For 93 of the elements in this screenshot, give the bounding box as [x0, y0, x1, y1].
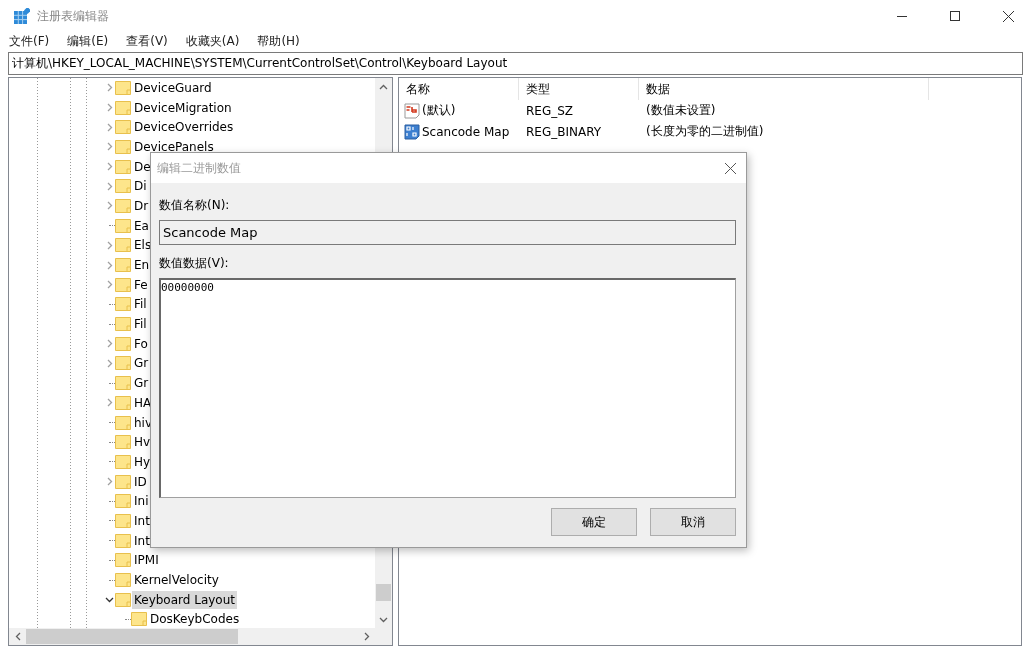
column-header[interactable]: 名称 [399, 78, 519, 100]
folder-icon [115, 474, 131, 489]
folder-icon [115, 198, 131, 213]
tree-item[interactable]: DeviceGuard [132, 78, 214, 97]
folder-icon [115, 415, 131, 430]
ok-button[interactable]: 确定 [551, 508, 637, 536]
field-label: 数值数据(V): [159, 255, 230, 272]
folder-icon [115, 533, 131, 548]
scroll-down-icon[interactable] [379, 616, 388, 623]
tree-item[interactable]: Keyboard Layout [132, 590, 237, 609]
folder-icon [115, 139, 131, 154]
value-name: Scancode Map [422, 124, 510, 139]
close-icon [1002, 10, 1014, 22]
tree-item[interactable]: De [132, 157, 153, 176]
folder-icon [115, 376, 131, 391]
menu-item[interactable]: 查看(V) [124, 33, 170, 50]
folder-icon [115, 356, 131, 371]
tree-item[interactable]: Gr [132, 354, 151, 373]
folder-icon [115, 238, 131, 253]
folder-icon [115, 573, 131, 588]
field-label: 数值名称(N): [159, 197, 231, 214]
tree-item[interactable]: Fil [132, 315, 149, 334]
folder-icon [115, 277, 131, 292]
folder-icon [115, 258, 131, 273]
tree-item[interactable]: DosKeybCodes [148, 610, 242, 628]
value-name-cell[interactable]: Scancode Map [399, 123, 519, 140]
tree-item[interactable]: Hy [132, 452, 153, 471]
tree-item[interactable]: Hv [132, 433, 153, 452]
folder-icon [115, 592, 131, 607]
tree-item[interactable]: KernelVelocity [132, 571, 221, 590]
folder-icon [115, 553, 131, 568]
registry-icon [14, 8, 30, 24]
scroll-right-icon[interactable] [363, 632, 370, 641]
folder-icon [115, 297, 131, 312]
value-type: REG_SZ [525, 103, 575, 118]
binary-value-icon [404, 123, 420, 140]
value-name-field[interactable]: Scancode Map [159, 220, 736, 245]
tree-item[interactable]: Ea [132, 216, 151, 235]
menu-item[interactable]: 编辑(E) [65, 33, 111, 50]
folder-icon [115, 100, 131, 115]
menu-item[interactable]: 文件(F) [7, 33, 52, 50]
cancel-button[interactable]: 取消 [650, 508, 736, 536]
tree-item[interactable]: DeviceOverrides [132, 118, 236, 137]
tree-item[interactable]: Di [132, 177, 149, 196]
folder-icon [115, 454, 131, 469]
folder-icon [115, 218, 131, 233]
tree-item[interactable]: Dr [132, 196, 151, 215]
hex-data[interactable]: 00000000 [161, 281, 214, 294]
tree-item[interactable]: Int [132, 531, 152, 550]
tree-item[interactable]: DeviceMigration [132, 98, 234, 117]
scroll-up-icon[interactable] [379, 83, 388, 90]
tree-item[interactable]: IPMI [132, 551, 161, 570]
folder-icon [115, 179, 131, 194]
folder-icon [115, 494, 131, 509]
tree-item[interactable]: Gr [132, 374, 151, 393]
menu-item[interactable]: 收藏夹(A) [183, 33, 242, 50]
scroll-thumb[interactable] [376, 584, 391, 601]
tree-item[interactable]: Fo [132, 334, 150, 353]
folder-icon [115, 159, 131, 174]
dialog-title: 编辑二进制数值 [157, 159, 242, 177]
value-data: (长度为零的二进制值) [645, 123, 765, 140]
value-type: REG_BINARY [525, 124, 603, 139]
tree-item[interactable]: HA [132, 393, 154, 412]
value-data: (数值未设置) [645, 102, 717, 119]
value-name-cell[interactable]: (默认) [399, 102, 519, 119]
chevron-down-icon[interactable] [104, 595, 114, 605]
scroll-left-icon[interactable] [14, 632, 21, 641]
tree-item[interactable]: Fil [132, 295, 149, 314]
folder-icon [115, 120, 131, 135]
close-icon [724, 162, 736, 174]
text-value-icon [404, 102, 420, 119]
value-name: (默认) [422, 102, 456, 119]
tree-item[interactable]: Ini [132, 492, 151, 511]
column-header[interactable]: 数据 [639, 78, 929, 100]
folder-icon [115, 317, 131, 332]
tree-item[interactable]: Int [132, 511, 152, 530]
tree-item[interactable]: Els [132, 236, 154, 255]
tree-item[interactable]: En [132, 256, 152, 275]
address-bar[interactable]: 计算机\HKEY_LOCAL_MACHINE\SYSTEM\CurrentControlSet\Control\Keyboard Layout [8, 52, 1023, 75]
folder-icon [115, 80, 131, 95]
maximize-icon [950, 11, 960, 21]
menu-item[interactable]: 帮助(H) [255, 33, 302, 50]
folder-icon [131, 612, 147, 627]
tree-item[interactable]: DevicePanels [132, 137, 216, 156]
scroll-thumb[interactable] [26, 629, 238, 644]
folder-icon [115, 395, 131, 410]
folder-icon [115, 435, 131, 450]
tree-item[interactable]: ID [132, 472, 149, 491]
column-header[interactable]: 类型 [519, 78, 639, 100]
folder-icon [115, 513, 131, 528]
tree-item[interactable]: Fe [132, 275, 150, 294]
folder-icon [115, 336, 131, 351]
window-title: 注册表编辑器 [37, 7, 110, 25]
